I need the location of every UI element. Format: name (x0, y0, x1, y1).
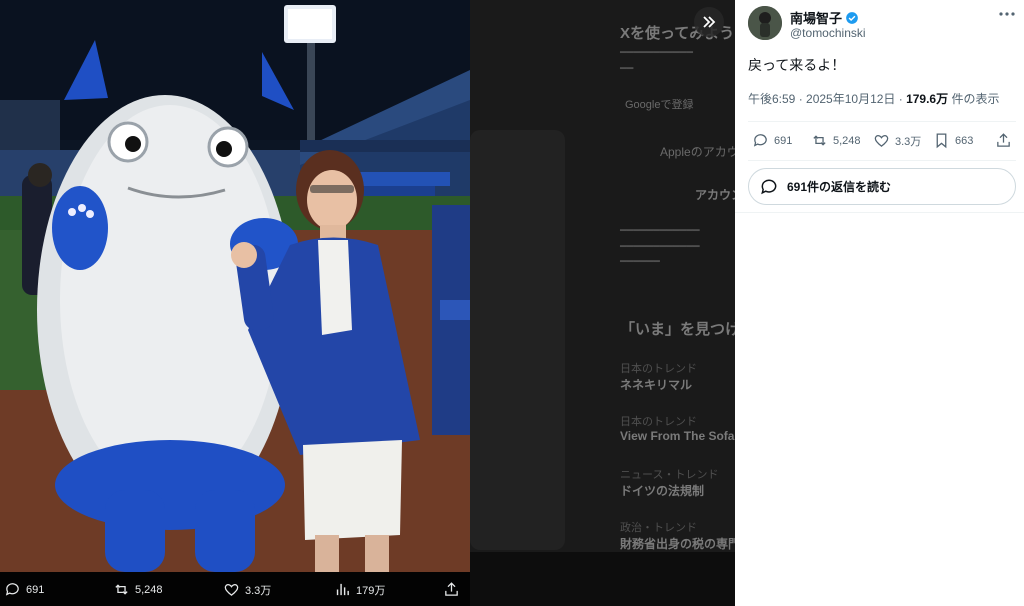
reply-icon (5, 583, 19, 596)
read-replies-button[interactable]: 691件の返信を読む (748, 168, 1016, 205)
author-name-row[interactable]: 南場智子 (790, 8, 859, 27)
reply-count: 691 (774, 134, 793, 147)
bg-signup-google: Googleで登録 (625, 99, 694, 111)
like-button[interactable]: 3.3万 (873, 132, 921, 149)
repost-count: 5,248 (833, 134, 861, 147)
bookmark-icon (936, 133, 947, 149)
repost-icon (813, 135, 826, 146)
background-bottom-band (470, 552, 735, 606)
media-views-count: 179万 (356, 584, 386, 597)
tweet-timestamp[interactable]: 午後6:59 · 2025年10月12日 · (748, 92, 906, 106)
media-views-button[interactable]: 179万 (334, 581, 385, 598)
tweet-text: 戻って来るよ！ (748, 57, 846, 73)
reply-icon (753, 134, 767, 147)
bookmark-count: 663 (955, 134, 974, 147)
repost-icon (115, 584, 128, 595)
media-share-button[interactable] (443, 581, 460, 598)
author-row: 南場智子 @tomochinski (748, 6, 1018, 42)
like-count: 3.3万 (895, 135, 922, 148)
tweet-media-viewer: Xを使ってみよう ━━━━━━━━━━━ ━━ Googleで登録 Appleの… (0, 0, 1024, 606)
media-action-bar: 691 5,248 3.3万 179万 (0, 572, 470, 606)
bg-trend-name: View From The Sofa (620, 429, 735, 443)
media-viewer-area: Xを使ってみよう ━━━━━━━━━━━ ━━ Googleで登録 Appleの… (0, 0, 735, 606)
heart-icon (874, 135, 889, 147)
reply-button[interactable]: 691 (752, 132, 792, 149)
background-timeline: Xを使ってみよう ━━━━━━━━━━━ ━━ Googleで登録 Appleの… (470, 0, 735, 606)
repost-button[interactable]: 5,248 (811, 132, 861, 149)
views-chart-icon (336, 583, 349, 596)
tweet-views-count: 179.6万 (906, 92, 949, 106)
bg-trend-name: ドイツの法規制 (620, 484, 705, 498)
media-like-button[interactable]: 3.3万 (223, 581, 271, 598)
tweet-action-bar: 691 5,248 3.3万 663 (748, 122, 1016, 160)
avatar[interactable] (748, 6, 782, 40)
tweet-photo[interactable] (0, 0, 470, 572)
more-options-icon[interactable] (998, 8, 1016, 20)
share-icon (445, 582, 458, 596)
bg-create-account: アカウントを作成 (695, 188, 735, 202)
double-chevron-right-icon (703, 16, 716, 28)
share-button[interactable] (995, 132, 1012, 149)
heart-icon (224, 584, 239, 596)
tweet-detail-panel: 南場智子 @tomochinski 戻って来るよ！ 午後6:59 · 2025年… (735, 0, 1024, 606)
tweet-views-label: 件の表示 (948, 92, 1000, 106)
reply-icon (761, 179, 777, 194)
author-handle[interactable]: @tomochinski (790, 26, 866, 40)
media-like-count: 3.3万 (245, 584, 272, 597)
media-reply-count: 691 (26, 583, 45, 596)
bg-trend-context: 政治・トレンド (620, 522, 697, 534)
media-reply-button[interactable]: 691 (4, 581, 44, 598)
expand-panel-button[interactable] (694, 7, 724, 37)
verified-badge-icon (846, 11, 858, 24)
media-repost-count: 5,248 (135, 583, 163, 596)
bg-trend-context: ニュース・トレンド (620, 469, 719, 481)
bg-trend-context: 日本のトレンド (620, 363, 697, 375)
read-replies-label: 691件の返信を読む (787, 180, 892, 194)
bookmark-button[interactable]: 663 (933, 132, 973, 149)
divider (748, 160, 1016, 161)
divider (735, 212, 1024, 213)
bg-trend-name: 財務省出身の税の専門家 (620, 537, 735, 551)
share-icon (997, 133, 1010, 147)
bg-trends-heading: 「いま」を見つけよう (620, 321, 735, 338)
media-repost-button[interactable]: 5,248 (113, 581, 163, 598)
bg-trend-name: ネネキリマル (620, 378, 693, 392)
tweet-meta: 午後6:59 · 2025年10月12日 · 179.6万 件の表示 (748, 90, 999, 107)
author-name[interactable]: 南場智子 (790, 8, 842, 27)
bg-trend-context: 日本のトレンド (620, 416, 697, 428)
background-media-panel (470, 130, 565, 550)
bg-signup-apple: Appleのアカウントで登録 (660, 145, 735, 159)
